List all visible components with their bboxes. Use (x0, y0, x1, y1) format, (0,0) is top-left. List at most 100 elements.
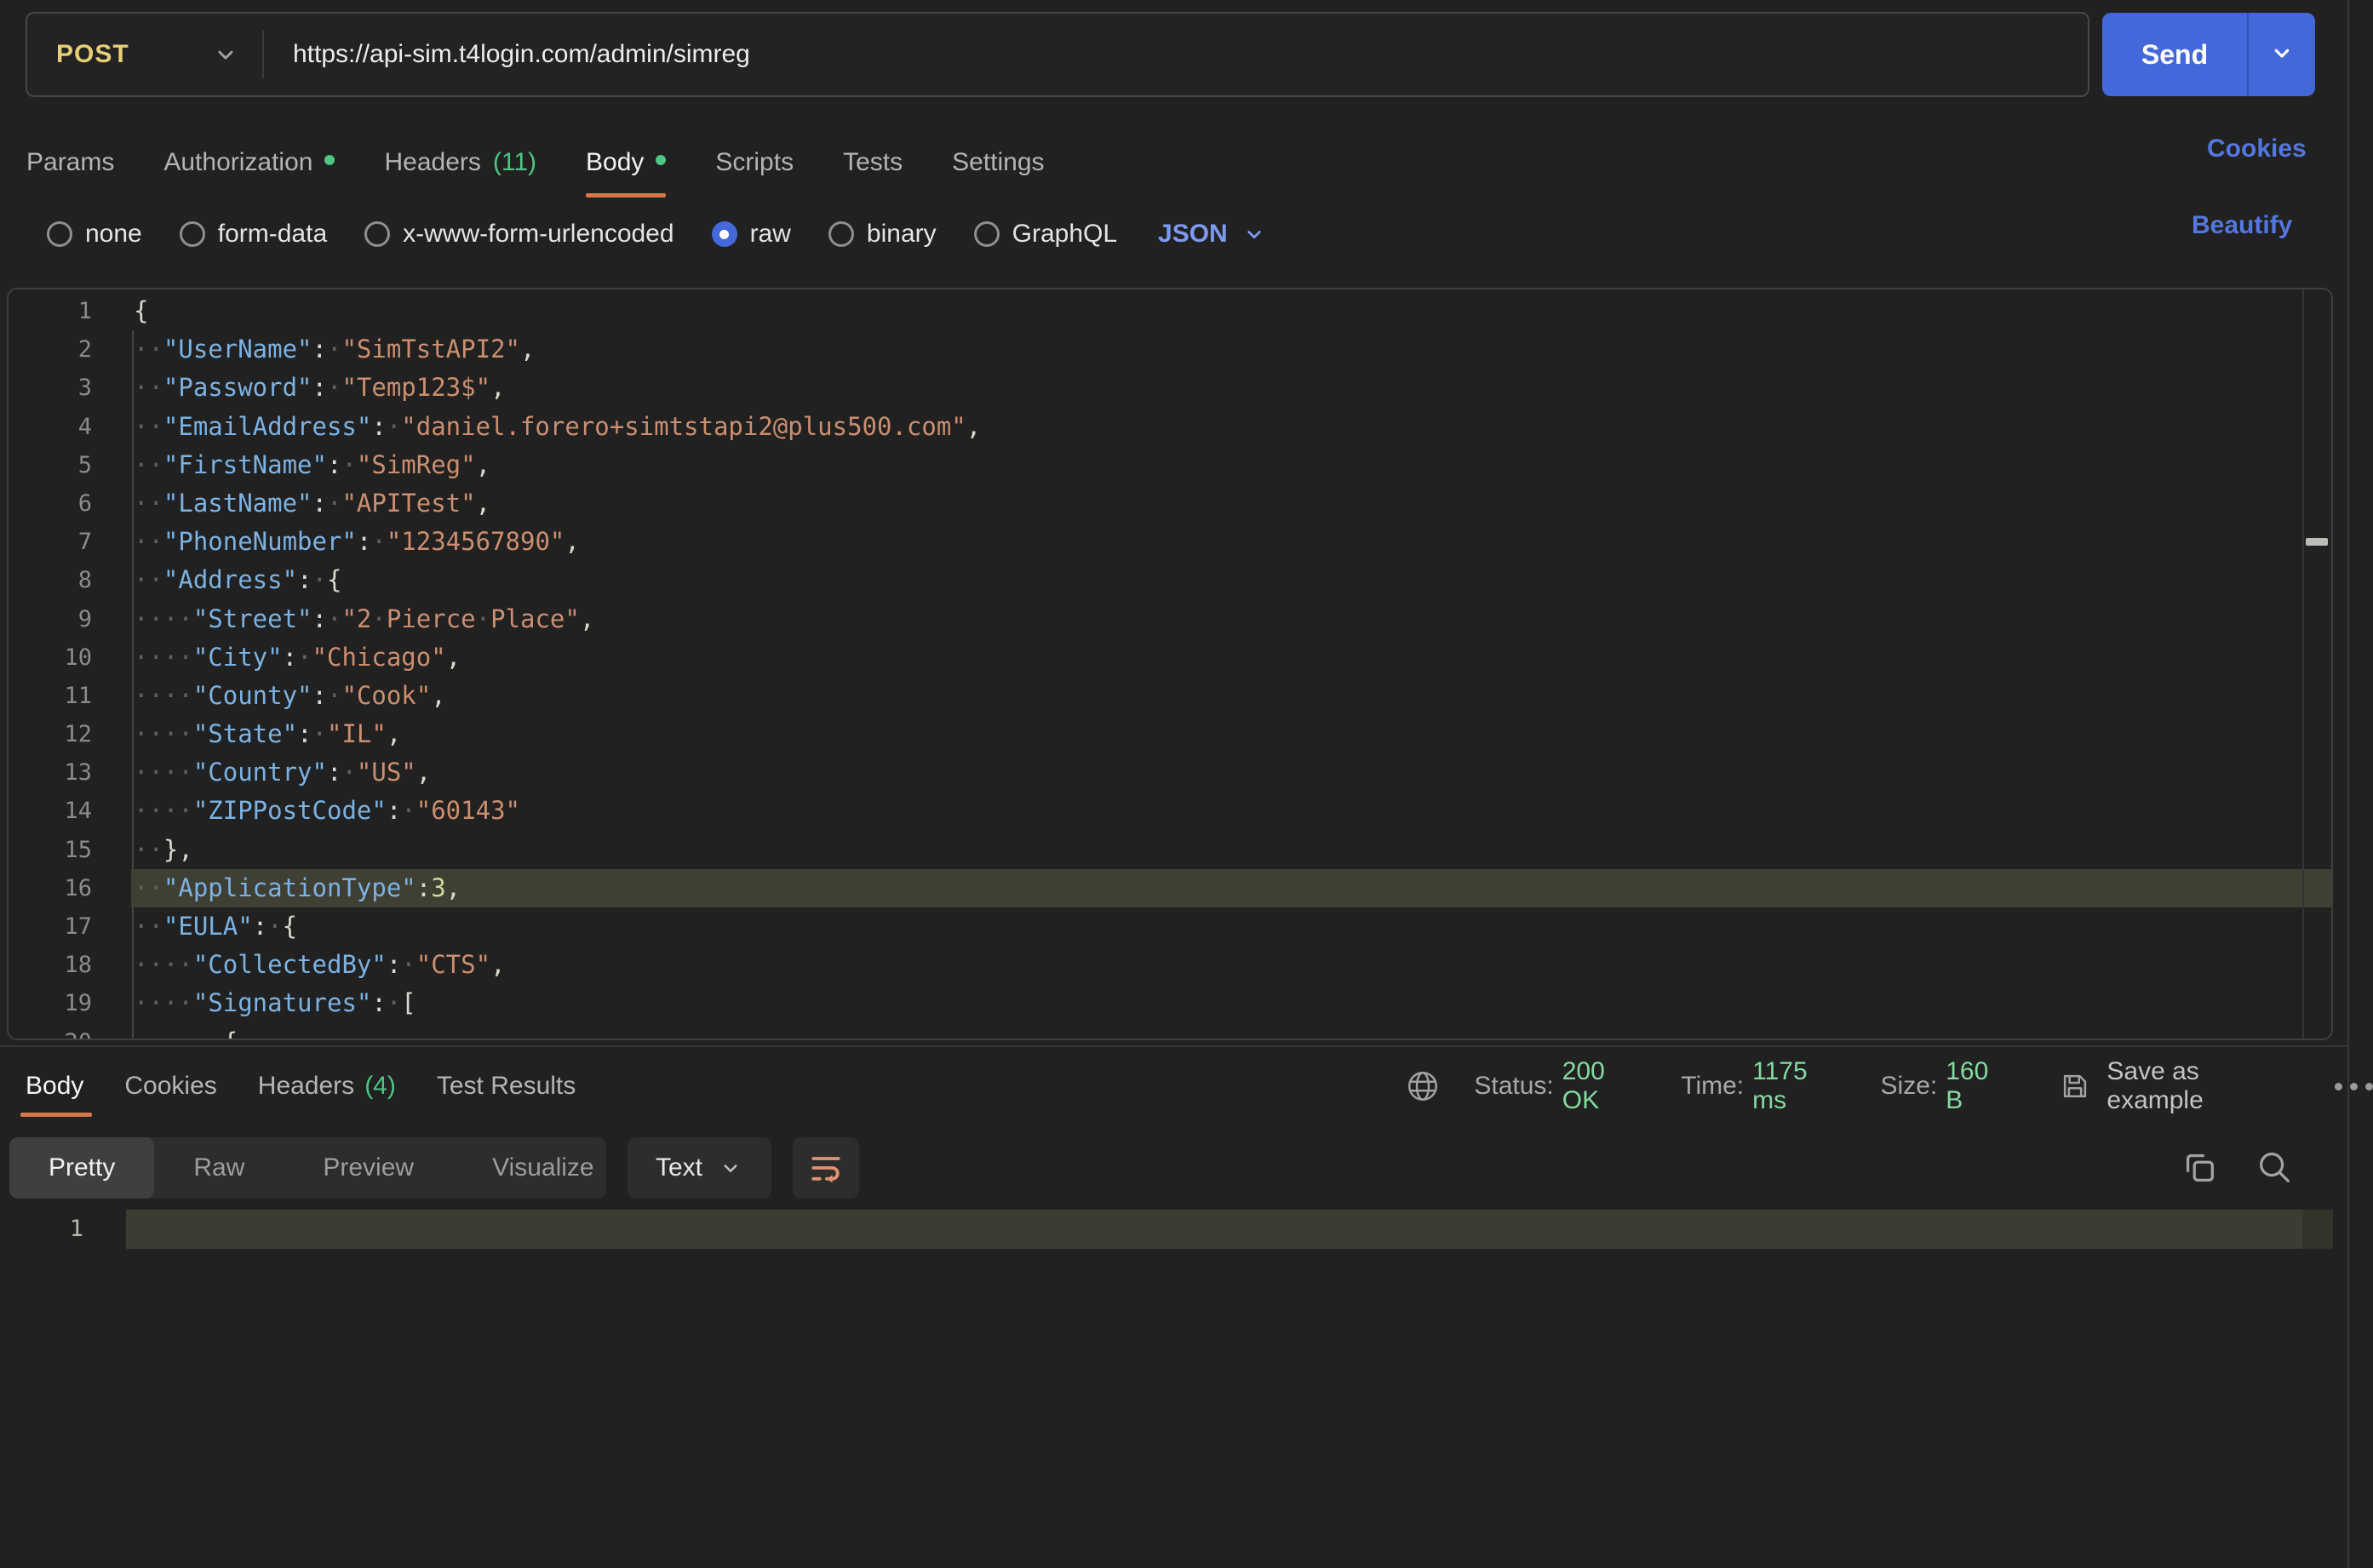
code-line: 2··"UserName":·"SimTstAPI2", (9, 330, 2331, 369)
line-number: 8 (9, 561, 92, 599)
response-format-dropdown[interactable]: Text (628, 1137, 771, 1199)
radio-label: GraphQL (1012, 220, 1117, 249)
search-response-button[interactable] (2255, 1147, 2294, 1187)
send-options-button[interactable] (2249, 13, 2315, 96)
code-line: 18····"CollectedBy":·"CTS", (9, 946, 2331, 984)
code-line-content: { (92, 292, 148, 330)
code-line: 8··"Address":·{ (9, 561, 2331, 599)
code-line-content: ······{ (92, 1023, 238, 1040)
code-line-content: ··"EULA":·{ (92, 907, 297, 946)
tab-label: Test Results (437, 1072, 576, 1101)
tab-label: Authorization (163, 148, 312, 177)
more-actions-button[interactable] (2335, 1083, 2373, 1090)
save-icon (2059, 1070, 2091, 1102)
body-type-row: none form-data x-www-form-urlencoded raw… (47, 204, 1267, 264)
code-line: 1{ (9, 292, 2331, 330)
editor-scrollbar-thumb[interactable] (2306, 538, 2328, 546)
code-line: 7··"PhoneNumber":·"1234567890", (9, 523, 2331, 561)
right-rail-divider (2347, 0, 2349, 1568)
chevron-down-icon (211, 40, 240, 69)
response-tab-cookies[interactable]: Cookies (124, 1056, 216, 1117)
view-tab-preview[interactable]: Preview (284, 1137, 453, 1199)
method-label: POST (56, 40, 129, 69)
response-divider (0, 1045, 2347, 1047)
request-body-editor[interactable]: 1{2··"UserName":·"SimTstAPI2",3··"Passwo… (7, 288, 2333, 1040)
headers-count-badge: (11) (493, 148, 536, 177)
code-line: 12····"State":·"IL", (9, 715, 2331, 753)
request-tabs: Params Authorization Headers (11) Body S… (26, 128, 1045, 197)
line-number: 16 (9, 869, 92, 907)
url-input[interactable] (264, 39, 2088, 70)
send-label: Send (2141, 39, 2208, 71)
code-line: 17··"EULA":·{ (9, 907, 2331, 946)
line-number: 2 (9, 330, 92, 369)
tab-label: Headers (258, 1072, 354, 1101)
line-number: 9 (9, 600, 92, 638)
line-number: 7 (9, 523, 92, 561)
line-number: 19 (9, 984, 92, 1022)
time-value: 1175 ms (1752, 1057, 1847, 1115)
tab-settings[interactable]: Settings (952, 128, 1044, 197)
code-line-content: ····"CollectedBy":·"CTS", (92, 946, 506, 984)
copy-response-button[interactable] (2180, 1147, 2219, 1187)
method-selector[interactable]: POST (27, 14, 262, 95)
wrap-lines-button[interactable] (793, 1137, 859, 1199)
request-editor-lines: 1{2··"UserName":·"SimTstAPI2",3··"Passwo… (9, 292, 2331, 1040)
url-bar: POST (26, 12, 2089, 97)
response-view-switch: Pretty Raw Preview Visualize (9, 1137, 606, 1199)
view-tab-visualize[interactable]: Visualize (453, 1137, 633, 1199)
save-as-example-button[interactable]: Save as example (2059, 1057, 2299, 1115)
tab-label: Body (26, 1072, 83, 1101)
beautify-link[interactable]: Beautify (2192, 211, 2292, 240)
response-tab-headers[interactable]: Headers (4) (258, 1056, 396, 1117)
line-number: 20 (9, 1023, 92, 1040)
code-line: 15··}, (9, 831, 2331, 869)
tab-label: Body (586, 148, 644, 177)
code-line: 9····"Street":·"2·Pierce·Place", (9, 600, 2331, 638)
line-number: 11 (9, 677, 92, 715)
response-tab-body[interactable]: Body (26, 1056, 83, 1117)
tab-authorization[interactable]: Authorization (163, 128, 335, 197)
radio-binary[interactable]: binary (828, 220, 937, 249)
tab-tests[interactable]: Tests (843, 128, 903, 197)
tab-body[interactable]: Body (586, 128, 666, 197)
code-line: 4··"EmailAddress":·"daniel.forero+simtst… (9, 408, 2331, 446)
radio-graphql[interactable]: GraphQL (974, 220, 1117, 249)
view-tab-label: Preview (323, 1153, 414, 1182)
radio-circle (47, 221, 72, 247)
tab-label: Scripts (715, 148, 794, 177)
radio-circle (828, 221, 854, 247)
tab-label: Settings (952, 148, 1044, 177)
code-line-content: ··}, (92, 831, 193, 869)
code-line-content: ··"UserName":·"SimTstAPI2", (92, 330, 535, 369)
response-tab-test-results[interactable]: Test Results (437, 1056, 576, 1117)
line-number: 17 (9, 907, 92, 946)
radio-x-www-form-urlencoded[interactable]: x-www-form-urlencoded (364, 220, 673, 249)
line-number: 18 (9, 946, 92, 984)
send-button[interactable]: Send (2102, 13, 2247, 96)
radio-form-data[interactable]: form-data (180, 220, 327, 249)
raw-format-dropdown[interactable]: JSON (1158, 220, 1267, 249)
response-line-number: 1 (0, 1210, 83, 1249)
view-tab-pretty[interactable]: Pretty (9, 1137, 154, 1199)
status-value: 200 OK (1562, 1057, 1648, 1115)
view-tab-raw[interactable]: Raw (154, 1137, 284, 1199)
tab-headers[interactable]: Headers (11) (384, 128, 536, 197)
radio-raw[interactable]: raw (712, 220, 791, 249)
code-line: 5··"FirstName":·"SimReg", (9, 446, 2331, 484)
response-scroll-corner (2302, 1210, 2333, 1249)
tab-scripts[interactable]: Scripts (715, 128, 794, 197)
code-line-content: ····"State":·"IL", (92, 715, 401, 753)
code-line-content: ····"Street":·"2·Pierce·Place", (92, 600, 594, 638)
code-line: 13····"Country":·"US", (9, 753, 2331, 792)
tab-label: Cookies (124, 1072, 216, 1101)
radio-circle (364, 221, 390, 247)
tab-params[interactable]: Params (26, 128, 114, 197)
code-line-content: ··"FirstName":·"SimReg", (92, 446, 490, 484)
cookies-link[interactable]: Cookies (2207, 134, 2307, 163)
wrap-text-icon (807, 1149, 845, 1187)
send-button-group: Send (2102, 13, 2315, 96)
postman-request-window: POST Send Params Authorization Headers (0, 0, 2373, 1568)
radio-none[interactable]: none (47, 220, 142, 249)
response-meta: Status: 200 OK Time: 1175 ms Size: 160 B… (1405, 1056, 2373, 1117)
